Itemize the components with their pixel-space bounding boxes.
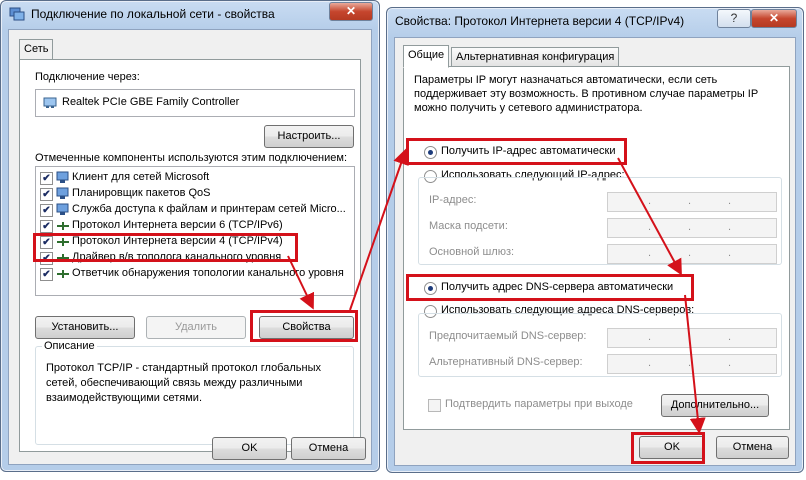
component-label: Клиент для сетей Microsoft — [72, 171, 210, 183]
right-cancel-button[interactable]: Отмена — [716, 436, 789, 459]
advanced-button[interactable]: Дополнительно... — [661, 394, 769, 417]
list-item[interactable]: ✔ Клиент для сетей Microsoft — [40, 170, 350, 186]
adapter-box: Realtek PCIe GBE Family Controller — [35, 89, 355, 117]
close-icon: ✕ — [345, 4, 357, 18]
highlight-dns-auto — [406, 274, 694, 301]
alternate-dns-label: Альтернативный DNS-сервер: — [429, 356, 583, 368]
component-label: Служба доступа к файлам и принтерам сете… — [72, 203, 346, 215]
highlight-ip-auto — [406, 138, 627, 165]
tab-alternate-config[interactable]: Альтернативная конфигурация — [451, 47, 620, 66]
list-item[interactable]: ✔ Ответчик обнаружения топологии канальн… — [40, 266, 350, 282]
component-checkbox[interactable]: ✔ — [40, 172, 53, 185]
general-tab-panel: Параметры IP могут назначаться автоматич… — [403, 66, 790, 430]
preferred-dns-label: Предпочитаемый DNS-сервер: — [429, 330, 587, 342]
network-adapter-icon — [9, 7, 25, 21]
subnet-label: Маска подсети: — [429, 220, 508, 232]
gateway-label: Основной шлюз: — [429, 246, 515, 258]
component-checkbox[interactable]: ✔ — [40, 268, 53, 281]
right-close-button[interactable]: ✕ — [751, 9, 797, 28]
close-icon: ✕ — [768, 11, 780, 25]
remove-button[interactable]: Удалить — [146, 316, 246, 339]
adapter-name: Realtek PCIe GBE Family Controller — [62, 96, 240, 108]
ip-address-label: IP-адрес: — [429, 194, 477, 206]
help-button[interactable]: ? — [717, 9, 751, 28]
list-item[interactable]: ✔ Служба доступа к файлам и принтерам се… — [40, 202, 350, 218]
protocol-icon — [56, 219, 70, 232]
tab-general[interactable]: Общие — [403, 45, 450, 68]
ip-group: IP-адрес: ... Маска подсети: ... Основно… — [418, 177, 782, 265]
highlight-ok-button — [631, 432, 705, 464]
component-label: Ответчик обнаружения топологии канальног… — [72, 267, 344, 279]
highlight-properties-button — [250, 310, 358, 342]
configure-button[interactable]: Настроить... — [264, 125, 354, 148]
left-close-button[interactable]: ✕ — [329, 2, 373, 21]
network-card-icon — [43, 96, 57, 109]
right-window-title: Свойства: Протокол Интернета версии 4 (T… — [395, 14, 685, 28]
validate-label[interactable]: Подтвердить параметры при выходе — [445, 398, 633, 410]
help-icon: ? — [730, 11, 738, 25]
components-label: Отмеченные компоненты используются этим … — [35, 152, 348, 164]
description-text: Протокол TCP/IP - стандартный протокол г… — [46, 362, 321, 404]
preferred-dns-field[interactable]: ... — [607, 328, 777, 348]
connect-via-label: Подключение через: — [35, 71, 140, 83]
protocol-icon — [56, 267, 70, 280]
component-checkbox[interactable]: ✔ — [40, 188, 53, 201]
install-button[interactable]: Установить... — [35, 316, 135, 339]
alternate-dns-field[interactable]: ... — [607, 354, 777, 374]
network-client-icon — [56, 171, 70, 184]
list-item[interactable]: ✔ Протокол Интернета версии 6 (TCP/IPv6) — [40, 218, 350, 234]
left-cancel-button[interactable]: Отмена — [291, 437, 366, 460]
right-window: Свойства: Протокол Интернета версии 4 (T… — [386, 7, 804, 473]
component-checkbox[interactable]: ✔ — [40, 220, 53, 233]
tab-network[interactable]: Сеть — [19, 39, 54, 59]
component-checkbox[interactable]: ✔ — [40, 204, 53, 217]
component-label: Планировщик пакетов QoS — [72, 187, 211, 199]
components-list: ✔ Клиент для сетей Microsoft ✔ Планировщ… — [35, 166, 355, 296]
description-label: Описание — [42, 340, 97, 352]
right-window-body: Общие Альтернативная конфигурация Параме… — [394, 37, 796, 466]
left-ok-button[interactable]: OK — [212, 437, 287, 460]
ip-address-field[interactable]: ... — [607, 192, 777, 212]
subnet-field[interactable]: ... — [607, 218, 777, 238]
highlight-ipv4-item — [33, 233, 298, 262]
description-group: Описание Протокол TCP/IP - стандартный п… — [35, 340, 354, 445]
intro-text: Параметры IP могут назначаться автоматич… — [414, 74, 758, 114]
network-service-icon — [56, 187, 70, 200]
component-label: Протокол Интернета версии 6 (TCP/IPv6) — [72, 219, 283, 231]
list-item[interactable]: ✔ Планировщик пакетов QoS — [40, 186, 350, 202]
gateway-field[interactable]: ... — [607, 244, 777, 264]
validate-checkbox[interactable] — [428, 399, 441, 412]
left-window-title: Подключение по локальной сети - свойства — [31, 7, 275, 21]
network-service-icon — [56, 203, 70, 216]
dns-group: Предпочитаемый DNS-сервер: ... Альтернат… — [418, 313, 782, 377]
